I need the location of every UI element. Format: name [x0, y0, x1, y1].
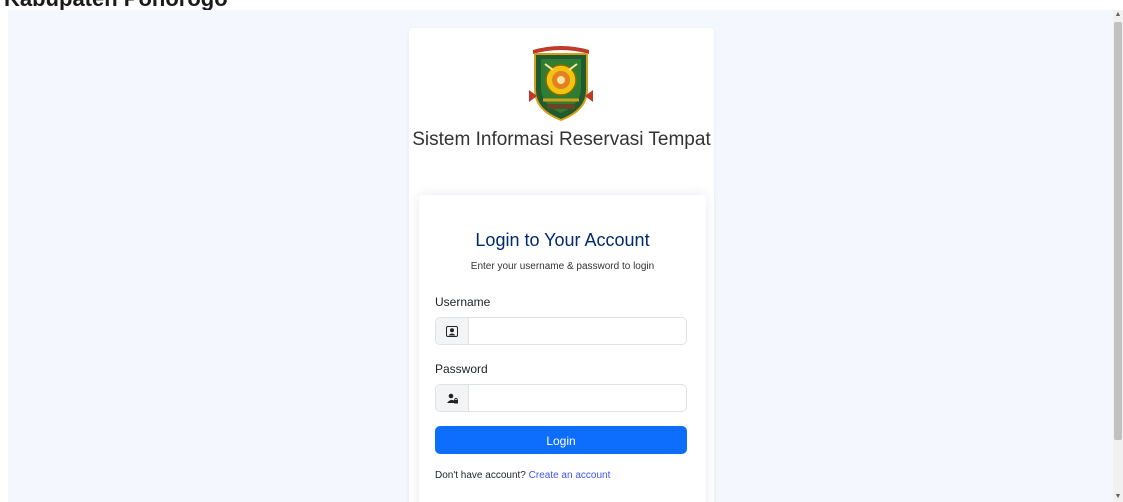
banner-text: Kabupaten Ponorogo	[4, 0, 228, 10]
brand-card: Sistem Informasi Reservasi Tempat Login …	[409, 28, 714, 502]
password-input[interactable]	[469, 385, 686, 411]
scroll-up-arrow-icon[interactable]: ▲	[1113, 10, 1123, 20]
login-button[interactable]: Login	[435, 426, 687, 454]
login-title: Login to Your Account	[475, 230, 650, 250]
page-viewport: Sistem Informasi Reservasi Tempat Login …	[8, 10, 1113, 502]
password-label: Password	[435, 362, 488, 376]
password-input-group	[435, 384, 687, 412]
login-card: Login to Your Account Enter your usernam…	[419, 195, 706, 502]
username-input-group	[435, 317, 687, 345]
watermark-shape	[612, 0, 852, 10]
login-subtitle: Enter your username & password to login	[470, 261, 655, 272]
scroll-down-arrow-icon[interactable]: ▼	[1113, 492, 1123, 502]
username-label: Username	[435, 295, 491, 309]
top-banner: Kabupaten Ponorogo	[0, 0, 1123, 10]
app-title: Sistem Informasi Reservasi Tempat	[412, 129, 711, 150]
person-lock-icon	[436, 385, 469, 411]
username-input[interactable]	[469, 318, 686, 344]
person-badge-icon	[436, 318, 469, 344]
scrollbar-thumb[interactable]	[1114, 22, 1122, 440]
register-prompt-line: Don't have account? Create an account	[435, 470, 610, 481]
vertical-scrollbar[interactable]: ▲ ▼	[1113, 10, 1123, 502]
regency-logo	[529, 46, 593, 122]
create-account-link[interactable]: Create an account	[529, 470, 611, 481]
register-prompt: Don't have account?	[435, 470, 526, 481]
